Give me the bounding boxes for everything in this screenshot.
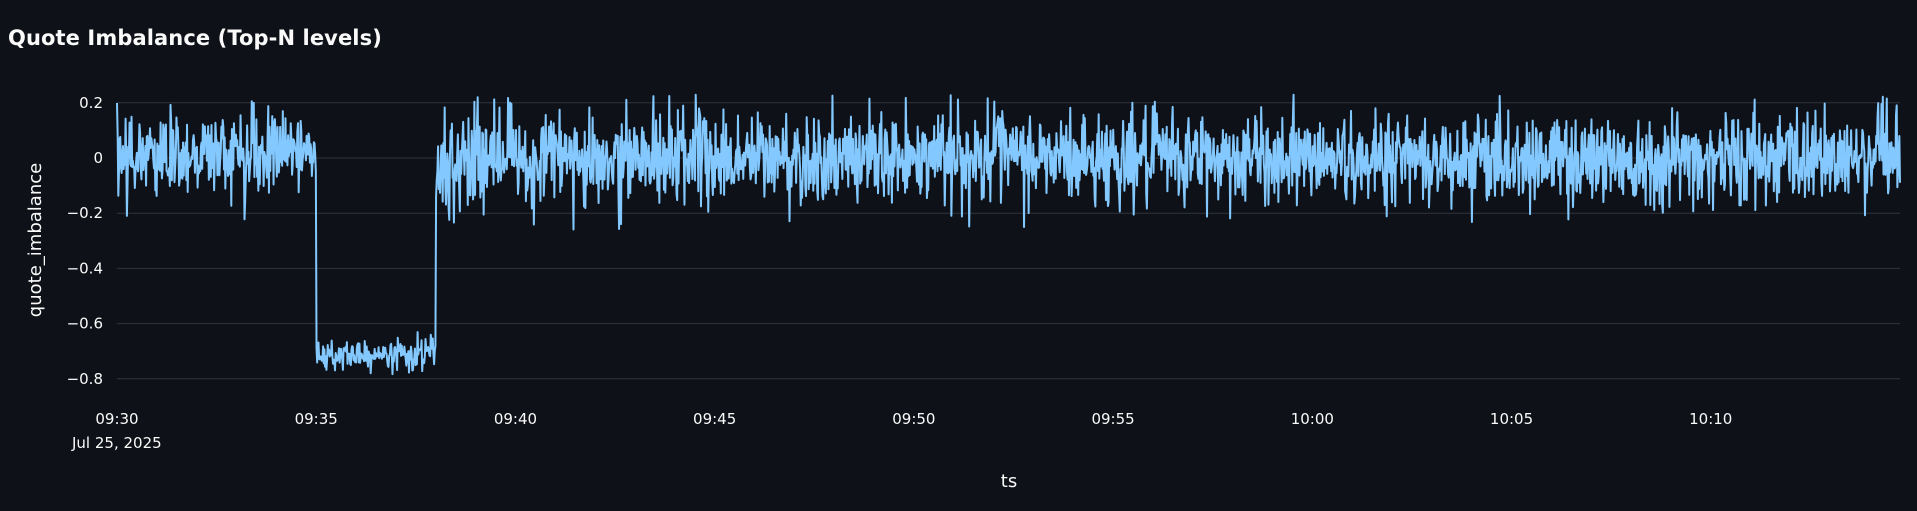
- series-line-quote-imbalance: [116, 93, 1901, 376]
- x-tick-label: 09:55: [1091, 410, 1134, 428]
- y-tick-label: −0.4: [67, 259, 103, 277]
- x-tick-label: 10:05: [1490, 410, 1533, 428]
- y-axis-title: quote_imbalance: [25, 163, 46, 317]
- x-tick-labels: 09:30 09:35 09:40 09:45 09:50 09:55 10:00 10:05…: [95, 410, 1732, 428]
- y-tick-label: −0.8: [67, 370, 103, 388]
- x-tick-label: 09:35: [295, 410, 338, 428]
- y-tick-label: −0.2: [67, 204, 103, 222]
- x-tick-label: 09:45: [693, 410, 736, 428]
- y-tick-label: 0.2: [79, 94, 103, 112]
- x-tick-label: 09:50: [892, 410, 935, 428]
- gridlines: [117, 102, 1900, 380]
- x-tick-label: 10:00: [1291, 410, 1334, 428]
- y-tick-label: −0.6: [67, 315, 103, 333]
- y-tick-labels: 0.2 0 −0.2 −0.4 −0.6 −0.8: [67, 94, 103, 388]
- x-tick-label: 10:10: [1689, 410, 1732, 428]
- chart-plot-area[interactable]: 0.2 0 −0.2 −0.4 −0.6 −0.8 09:30 09:35 09:40 09:4…: [0, 0, 1917, 511]
- x-tick-label: 09:40: [494, 410, 537, 428]
- x-tick-label: 09:30: [95, 410, 138, 428]
- y-tick-label: 0: [93, 149, 103, 167]
- x-date-label: Jul 25, 2025: [71, 434, 162, 452]
- x-axis-title: ts: [1001, 471, 1017, 492]
